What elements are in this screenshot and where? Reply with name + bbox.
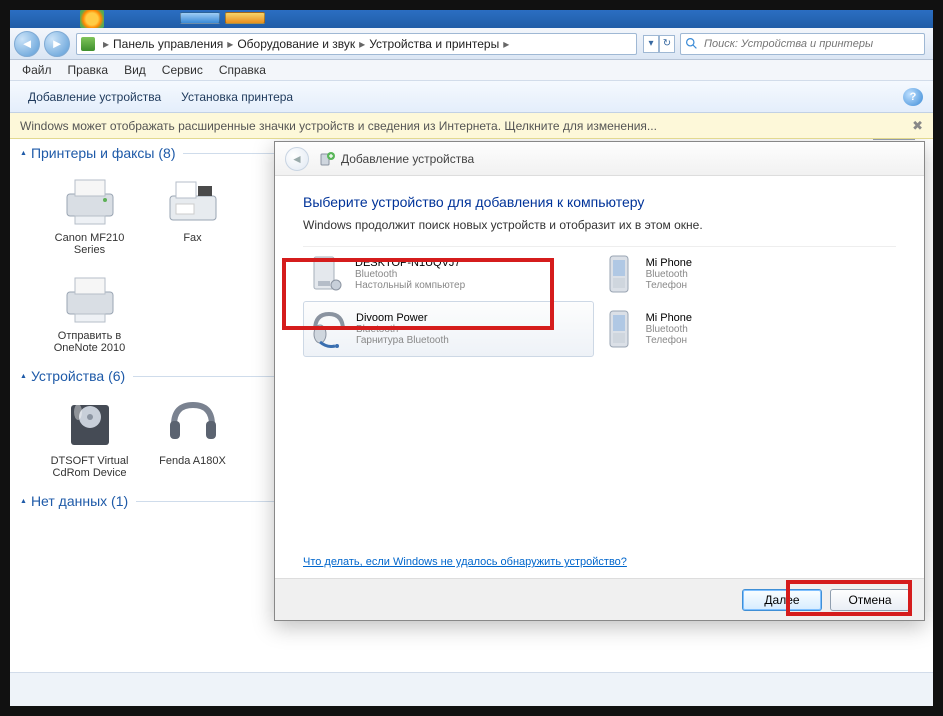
chevron-down-icon: ▲ <box>20 498 27 505</box>
info-banner-text[interactable]: Windows может отображать расширенные зна… <box>20 119 657 133</box>
fax-icon <box>158 170 228 232</box>
nav-forward-button[interactable]: ► <box>44 31 70 57</box>
cancel-button[interactable]: Отмена <box>830 589 910 611</box>
phone-icon <box>598 308 640 350</box>
cdrom-icon <box>55 393 125 455</box>
menu-file[interactable]: Файл <box>14 61 60 79</box>
search-icon <box>685 37 698 50</box>
chevron-down-icon: ▲ <box>20 150 27 157</box>
breadcrumb-item[interactable]: Панель управления <box>113 37 223 51</box>
help-link[interactable]: Что делать, если Windows не удалось обна… <box>303 556 627 568</box>
device-option[interactable]: Mi PhoneBluetoothТелефон <box>594 247 885 301</box>
phone-icon <box>598 253 640 295</box>
device-item[interactable]: Отправить в OneNote 2010 <box>42 268 137 354</box>
refresh-button[interactable]: ↻ <box>659 35 675 53</box>
cmd-add-device[interactable]: Добавление устройства <box>18 86 171 108</box>
device-option[interactable]: DESKTOP-N1UQVJ7BluetoothНастольный компь… <box>303 247 594 301</box>
chevron-down-icon: ▲ <box>20 373 27 380</box>
device-add-icon <box>319 151 335 167</box>
dropdown-button[interactable]: ▾ <box>643 35 659 53</box>
breadcrumb-item[interactable]: Устройства и принтеры <box>369 37 499 51</box>
printer-icon <box>55 268 125 330</box>
dialog-title: Добавление устройства <box>341 152 474 166</box>
headset-icon <box>308 308 350 350</box>
menu-view[interactable]: Вид <box>116 61 154 79</box>
cmd-add-printer[interactable]: Установка принтера <box>171 86 303 108</box>
menu-tools[interactable]: Сервис <box>154 61 211 79</box>
control-panel-icon <box>81 37 95 51</box>
nav-back-button[interactable]: ◄ <box>14 31 40 57</box>
dialog-back-button[interactable]: ◄ <box>285 147 309 171</box>
device-item[interactable]: Canon MF210 Series <box>42 170 137 256</box>
menu-edit[interactable]: Правка <box>60 61 117 79</box>
printer-icon <box>55 170 125 232</box>
device-item[interactable]: Fax <box>145 170 240 256</box>
breadcrumb-item[interactable]: Оборудование и звук <box>237 37 355 51</box>
dialog-subtext: Windows продолжит поиск новых устройств … <box>303 218 896 232</box>
help-icon[interactable]: ? <box>903 88 923 106</box>
desktop-icon <box>307 253 349 295</box>
dialog-heading: Выберите устройство для добавления к ком… <box>303 194 896 210</box>
breadcrumb[interactable]: ▸ Панель управления ▸ Оборудование и зву… <box>76 33 637 55</box>
headset-icon <box>158 393 228 455</box>
banner-close-button[interactable]: ✖ <box>912 118 923 134</box>
dialog-close-button[interactable]: ✖ <box>873 139 915 140</box>
device-option[interactable]: Mi PhoneBluetoothТелефон <box>594 301 885 357</box>
search-input[interactable] <box>680 33 925 55</box>
menu-help[interactable]: Справка <box>211 61 274 79</box>
device-item[interactable]: Fenda A180X <box>145 393 240 479</box>
add-device-dialog: ◄ Добавление устройства Выберите устройс… <box>274 141 925 621</box>
device-item[interactable]: DTSOFT Virtual CdRom Device <box>42 393 137 479</box>
next-button[interactable]: Далее <box>742 589 822 611</box>
device-option-selected[interactable]: Divoom PowerBluetoothГарнитура Bluetooth <box>303 301 594 357</box>
